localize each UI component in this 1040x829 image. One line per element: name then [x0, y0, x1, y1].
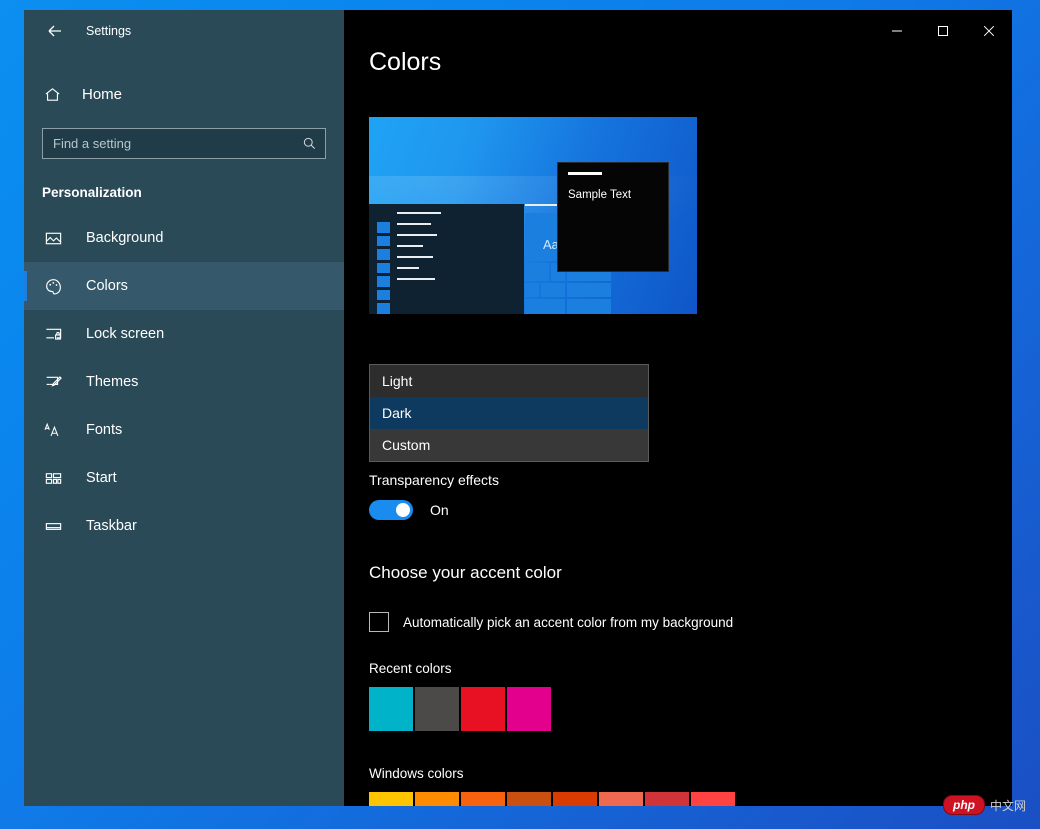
search-box[interactable] — [42, 128, 326, 159]
sidebar-item-colors[interactable]: Colors — [24, 262, 344, 310]
recent-color-swatch[interactable] — [415, 687, 459, 731]
sidebar-item-label: Themes — [86, 374, 139, 390]
search-input[interactable] — [53, 136, 302, 151]
recent-color-swatch[interactable] — [369, 687, 413, 731]
close-icon[interactable] — [966, 10, 1012, 52]
sidebar-item-label: Lock screen — [86, 326, 165, 342]
sidebar-item-label: Fonts — [86, 422, 123, 438]
preview-tile — [541, 283, 565, 297]
preview-start-icon-column — [377, 222, 390, 314]
accent-color-heading: Choose your accent color — [369, 563, 562, 582]
sidebar-category-title: Personalization — [42, 185, 142, 200]
sidebar-item-label: Colors — [86, 278, 128, 294]
recent-colors-label: Recent colors — [369, 661, 452, 676]
start-tiles-icon — [42, 469, 64, 488]
sidebar-item-themes[interactable]: Themes — [24, 358, 344, 406]
preview-start-menu — [369, 204, 524, 314]
search-icon[interactable] — [302, 136, 317, 151]
preview-sample-window-titlebar — [568, 172, 602, 175]
sidebar-item-lock-screen[interactable]: Lock screen — [24, 310, 344, 358]
recent-colors-swatches — [369, 687, 551, 731]
sidebar-item-label: Background — [86, 230, 164, 246]
sidebar-item-start[interactable]: Start — [24, 454, 344, 502]
themes-brush-icon — [42, 373, 64, 392]
minimize-icon[interactable] — [874, 10, 920, 52]
sidebar-item-background[interactable]: Background — [24, 214, 344, 262]
transparency-effects-label: Transparency effects — [369, 472, 499, 488]
main-content: Colors Aa Sample Text Transparency effec… — [344, 10, 1012, 806]
dropdown-option-dark[interactable]: Dark — [370, 397, 648, 429]
transparency-state-label: On — [430, 502, 449, 518]
sidebar-item-taskbar[interactable]: Taskbar — [24, 502, 344, 550]
sidebar-item-label: Start — [86, 470, 117, 486]
image-icon — [42, 229, 64, 248]
maximize-icon[interactable] — [920, 10, 966, 52]
windows-color-swatch[interactable] — [691, 792, 735, 806]
sidebar-nav-list: Background Colors Lock screen Themes Fon… — [24, 214, 344, 550]
recent-color-swatch[interactable] — [461, 687, 505, 731]
home-icon — [42, 84, 62, 104]
fonts-aa-icon — [42, 421, 64, 440]
windows-color-swatch[interactable] — [599, 792, 643, 806]
windows-color-swatch[interactable] — [553, 792, 597, 806]
toggle-knob — [396, 503, 410, 517]
auto-pick-accent-checkbox[interactable] — [369, 612, 389, 632]
windows-color-swatch[interactable] — [461, 792, 505, 806]
windows-colors-label: Windows colors — [369, 766, 464, 781]
auto-pick-accent-row[interactable]: Automatically pick an accent color from … — [369, 612, 733, 632]
back-arrow-icon[interactable] — [42, 18, 68, 44]
sidebar-item-label: Taskbar — [86, 518, 137, 534]
sidebar-item-fonts[interactable]: Fonts — [24, 406, 344, 454]
preview-tile — [525, 283, 539, 297]
recent-color-swatch[interactable] — [507, 687, 551, 731]
windows-color-swatch[interactable] — [369, 792, 413, 806]
window-controls — [874, 10, 1012, 52]
settings-window: Settings Home Personalization — [24, 10, 1012, 806]
preview-start-text-lines — [397, 212, 516, 280]
taskbar-icon — [42, 517, 64, 536]
lock-screen-icon — [42, 325, 64, 344]
preview-sample-window: Sample Text — [557, 162, 669, 272]
preview-tile — [525, 263, 549, 281]
preview-tile — [567, 283, 611, 297]
watermark-text: 中文网 — [989, 798, 1026, 813]
watermark-badge: php — [942, 795, 985, 815]
dropdown-option-custom[interactable]: Custom — [370, 429, 648, 461]
windows-color-swatch[interactable] — [415, 792, 459, 806]
sidebar-item-home[interactable]: Home — [24, 74, 344, 114]
preview-tile — [567, 299, 611, 314]
transparency-toggle-row: On — [369, 500, 449, 520]
color-mode-dropdown[interactable]: Light Dark Custom — [369, 364, 649, 462]
windows-colors-swatches — [369, 792, 735, 806]
watermark: php 中文网 — [942, 795, 1026, 815]
preview-sample-text: Sample Text — [568, 189, 632, 201]
theme-preview: Aa Sample Text — [369, 117, 697, 314]
app-title: Settings — [86, 24, 132, 38]
home-label: Home — [82, 85, 123, 103]
auto-pick-accent-label: Automatically pick an accent color from … — [403, 614, 734, 630]
palette-icon — [42, 277, 64, 296]
preview-tile — [525, 299, 565, 314]
dropdown-option-light[interactable]: Light — [370, 365, 648, 397]
window-titlebar-left: Settings — [24, 10, 344, 52]
sidebar: Settings Home Personalization — [24, 10, 344, 806]
transparency-toggle[interactable] — [369, 500, 413, 520]
windows-color-swatch[interactable] — [507, 792, 551, 806]
windows-color-swatch[interactable] — [645, 792, 689, 806]
